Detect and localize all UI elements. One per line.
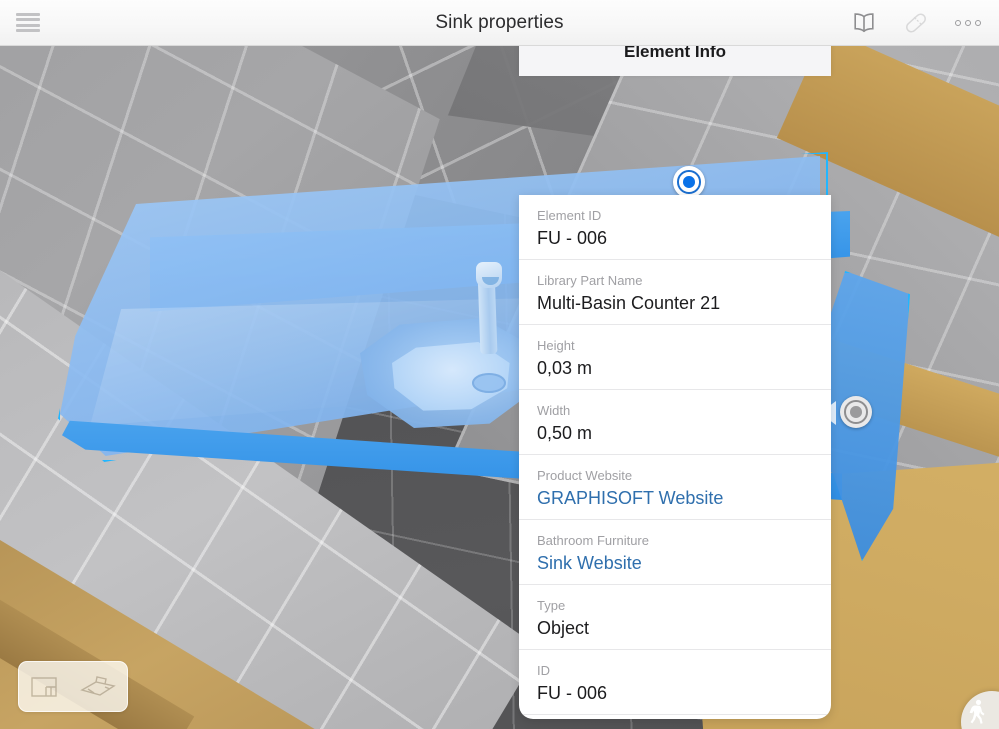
measure-tape-icon (902, 9, 930, 37)
property-row: Height 0,03 m (519, 325, 831, 390)
floor-plan-icon (29, 674, 59, 700)
three-d-view-icon (79, 673, 117, 701)
property-row: Element ID FU - 006 (519, 195, 831, 260)
more-options-button[interactable] (945, 0, 991, 46)
app-root: Sink properties Element Info Element ID … (0, 0, 999, 729)
property-row: ID FU - 006 (519, 650, 831, 715)
property-label: Element ID (537, 208, 602, 223)
hamburger-menu-button[interactable] (0, 0, 56, 46)
selection-handle-right[interactable] (840, 396, 872, 428)
more-options-icon (955, 20, 981, 26)
property-label: ID (537, 663, 550, 678)
property-label: Type (537, 598, 566, 613)
property-value: FU - 006 (537, 683, 608, 703)
property-value: Multi-Basin Counter 21 (537, 293, 721, 313)
library-book-icon (851, 12, 877, 34)
top-toolbar: Sink properties (0, 0, 999, 46)
property-value: FU - 006 (537, 228, 608, 248)
property-value: 0,50 m (537, 423, 593, 443)
walking-person-icon (967, 699, 989, 729)
panel-transparent-gap (519, 76, 831, 195)
property-value: 0,03 m (537, 358, 593, 378)
handle-center-dot (850, 406, 862, 418)
property-label: Width (537, 403, 571, 418)
3d-viewport[interactable] (0, 46, 999, 729)
toolbar-actions (841, 0, 991, 46)
handle-ring-inner (844, 400, 868, 424)
property-row: Library Part Name Multi-Basin Counter 21 (519, 260, 831, 325)
property-link[interactable]: Sink Website (537, 552, 813, 575)
view-mode-toggle[interactable] (18, 661, 128, 712)
property-row: Height (Z Size) (519, 715, 831, 719)
property-row[interactable]: Product Website GRAPHISOFT Website (519, 455, 831, 520)
property-row: Width 0,50 m (519, 390, 831, 455)
property-row: Type Object (519, 585, 831, 650)
element-info-panel: Element Info Element ID FU - 006 Library P… (519, 28, 831, 719)
property-list[interactable]: Element ID FU - 006 Library Part Name Multi… (519, 195, 831, 719)
selected-counter-object[interactable] (0, 46, 999, 729)
hamburger-menu-icon (16, 13, 40, 32)
property-label: Height (537, 338, 575, 353)
property-link[interactable]: GRAPHISOFT Website (537, 487, 813, 510)
property-label: Library Part Name (537, 273, 643, 288)
property-row[interactable]: Bathroom Furniture Sink Website (519, 520, 831, 585)
property-value: Object (537, 618, 590, 638)
handle-ring-outer (840, 396, 872, 428)
property-label: Bathroom Furniture (537, 533, 649, 548)
library-button[interactable] (841, 0, 887, 46)
property-label: Product Website (537, 468, 633, 483)
measure-button[interactable] (893, 0, 939, 46)
